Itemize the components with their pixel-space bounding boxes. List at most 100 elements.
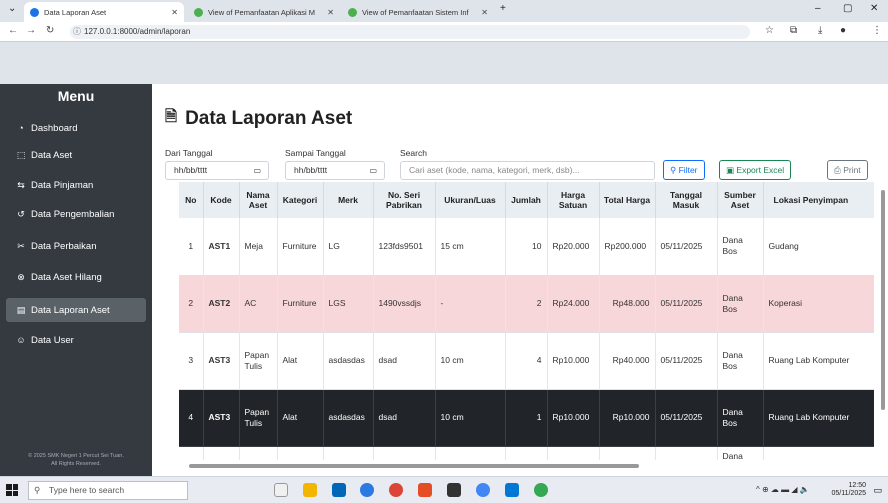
chrome-alt-icon[interactable] [534, 483, 548, 497]
cell: Dana Bos [717, 275, 764, 333]
edge-icon[interactable] [360, 483, 374, 497]
windows-start-icon[interactable] [6, 484, 18, 496]
tab-close-icon[interactable]: ✕ [321, 8, 334, 17]
table-row[interactable]: 2 AST2 AC Furniture LGS 1490vssdjs - 2 R… [179, 275, 874, 333]
cell [435, 446, 506, 460]
search-icon: ⚲ [670, 165, 677, 175]
vscode-icon[interactable] [505, 483, 519, 497]
tools-icon: ✂ [17, 240, 25, 251]
chrome-icon[interactable] [389, 483, 403, 497]
forward-arrow-icon[interactable]: → [26, 25, 36, 36]
col-sumber-aset[interactable]: Sumber Aset [717, 182, 764, 218]
table-row[interactable]: 3 AST3 Papan Tulis Alat asdasdas dsad 10… [179, 332, 874, 390]
cell: 10 cm [435, 332, 506, 390]
table-header-row: No Kode Nama Aset Kategori Merk No. Seri… [179, 182, 874, 218]
col-kategori[interactable]: Kategori [277, 182, 324, 218]
minimize-icon[interactable]: – [815, 3, 821, 14]
export-excel-button[interactable]: ▣ Export Excel [719, 160, 792, 180]
cell: 05/11/2025 [655, 332, 718, 390]
download-icon[interactable]: ⤓ [818, 25, 822, 36]
cell: Ruang Lab Komputer [763, 332, 874, 390]
tab-data-laporan-aset[interactable]: Data Laporan Aset ✕ [24, 2, 184, 22]
maximize-icon[interactable]: ▢ [843, 3, 852, 14]
filter-button[interactable]: ⚲ Filter [663, 160, 705, 180]
box-icon: ⬚ [16, 149, 26, 160]
tab-menu-chevron-icon[interactable]: ⌄ [8, 3, 16, 14]
cell: AC [239, 275, 278, 333]
table-row[interactable]: Dana [179, 446, 874, 460]
cell: 05/11/2025 [655, 275, 718, 333]
taskbar-clock[interactable]: 12:50 05/11/2025 [831, 482, 866, 498]
cell: 2 [505, 275, 548, 333]
sidebar-item-data-aset[interactable]: ⬚ Data Aset [6, 143, 146, 167]
cell [547, 446, 600, 460]
tab-close-icon[interactable]: ✕ [165, 8, 178, 17]
col-no[interactable]: No [179, 182, 204, 218]
cell: 3 [179, 332, 204, 390]
cell: Dana [717, 446, 764, 460]
system-tray-icons[interactable]: ^ ⊕ ☁ ▬ ◢ 🔈 [756, 485, 810, 494]
cell: 123fds9501 [373, 218, 436, 276]
cell: AST3 [203, 389, 240, 447]
table-row[interactable]: 4 AST3 Papan Tulis Alat asdasdas dsad 10… [179, 389, 874, 447]
sidebar-item-data-pinjaman[interactable]: ⇆ Data Pinjaman [6, 173, 146, 197]
bookmark-star-icon[interactable]: ☆ [765, 25, 774, 36]
sidebar-item-dashboard[interactable]: ◔ Dashboard [6, 116, 146, 140]
cell [323, 446, 374, 460]
cell [277, 446, 324, 460]
sidebar-item-data-aset-hilang[interactable]: ⊗ Data Aset Hilang [6, 265, 146, 289]
col-harga-satuan[interactable]: Harga Satuan [547, 182, 600, 218]
col-jumlah[interactable]: Jumlah [505, 182, 548, 218]
search-input[interactable]: Cari aset (kode, nama, kategori, merk, d… [400, 161, 655, 180]
url-input[interactable]: ⓘ 127.0.0.1:8000/admin/laporan [70, 25, 750, 39]
terminal-icon[interactable] [447, 483, 461, 497]
cell: 1 [505, 389, 548, 447]
col-nama-aset[interactable]: Nama Aset [239, 182, 278, 218]
scrollbar-thumb[interactable] [189, 464, 639, 468]
tab-pemanfaatan-aplikasi[interactable]: View of Pemanfaatan Aplikasi M ✕ [188, 2, 340, 22]
tab-pemanfaatan-sistem[interactable]: View of Pemanfaatan Sistem Inf ✕ [342, 2, 494, 22]
col-merk[interactable]: Merk [323, 182, 374, 218]
col-kode[interactable]: Kode [203, 182, 240, 218]
col-ukuran[interactable]: Ukuran/Luas [435, 182, 506, 218]
table-horizontal-scrollbar[interactable] [179, 462, 874, 470]
cell [505, 446, 548, 460]
print-button[interactable]: ⎙ Print [827, 160, 868, 180]
calendar-icon[interactable]: ▭ [369, 162, 377, 179]
from-date-input[interactable]: hh/bb/tttt ▭ [165, 161, 269, 180]
task-view-icon[interactable] [274, 483, 288, 497]
browser-menu-icon[interactable]: ⋮ [872, 25, 882, 36]
profile-avatar-icon[interactable]: ● [840, 25, 846, 36]
store-icon[interactable] [332, 483, 346, 497]
cell: Gudang [763, 218, 874, 276]
extensions-icon[interactable]: ⧉ [790, 25, 797, 36]
sidebar-item-data-pengembalian[interactable]: ↺ Data Pengembalian [6, 202, 146, 226]
scrollbar-thumb[interactable] [881, 190, 885, 410]
to-date-label: Sampai Tanggal [285, 148, 346, 158]
sidebar-item-data-user[interactable]: ☺ Data User [6, 328, 146, 352]
site-info-icon[interactable]: ⓘ [73, 25, 81, 39]
reload-icon[interactable]: ↻ [46, 25, 54, 36]
sidebar-item-data-perbaikan[interactable]: ✂ Data Perbaikan [6, 234, 146, 258]
col-total-harga[interactable]: Total Harga [599, 182, 656, 218]
col-no-seri[interactable]: No. Seri Pabrikan [373, 182, 436, 218]
app-icon[interactable] [418, 483, 432, 497]
new-tab-plus-icon[interactable]: + [500, 3, 506, 14]
cell: Alat [277, 389, 324, 447]
back-arrow-icon[interactable]: ← [8, 25, 18, 36]
col-lokasi[interactable]: Lokasi Penyimpan [763, 182, 874, 218]
chrome-profile-icon[interactable] [476, 483, 490, 497]
sidebar-item-data-laporan-aset[interactable]: ▤ Data Laporan Aset [6, 298, 146, 322]
tab-close-icon[interactable]: ✕ [475, 8, 488, 17]
notifications-icon[interactable]: ▭ [873, 485, 882, 496]
calendar-icon[interactable]: ▭ [253, 162, 261, 179]
asset-report-table-wrapper: No Kode Nama Aset Kategori Merk No. Seri… [179, 182, 874, 460]
file-explorer-icon[interactable] [303, 483, 317, 497]
col-tanggal-masuk[interactable]: Tanggal Masuk [655, 182, 718, 218]
tab-favicon-icon [194, 7, 203, 17]
table-vertical-scrollbar[interactable] [880, 182, 886, 460]
table-row[interactable]: 1 AST1 Meja Furniture LG 123fds9501 15 c… [179, 218, 874, 276]
close-window-icon[interactable]: ✕ [870, 3, 878, 14]
taskbar-search-input[interactable]: ⚲ Type here to search [28, 481, 188, 500]
to-date-input[interactable]: hh/bb/tttt ▭ [285, 161, 385, 180]
